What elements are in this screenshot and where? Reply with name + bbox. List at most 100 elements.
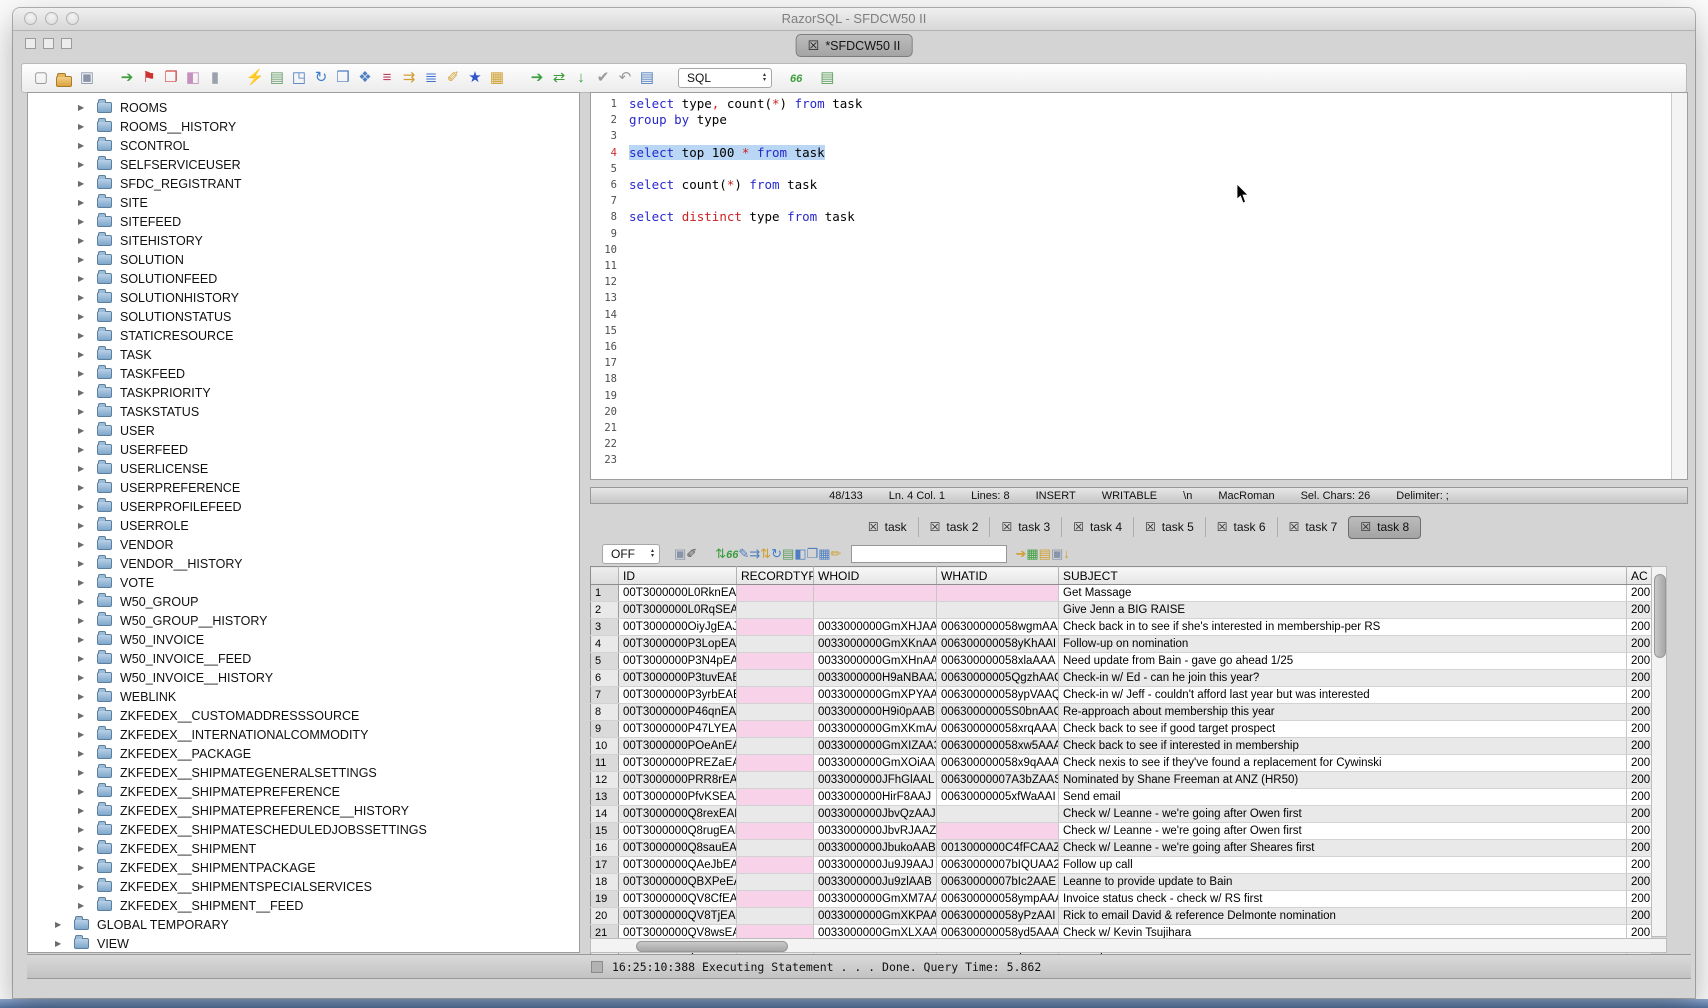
tree-item-vote[interactable]: ▶VOTE [28, 573, 579, 592]
frame-maximize-icon[interactable] [61, 38, 72, 49]
open-file-icon[interactable] [56, 76, 72, 87]
tree-item-solutionfeed[interactable]: ▶SOLUTIONFEED [28, 269, 579, 288]
cell-recordtypeid[interactable] [737, 704, 814, 721]
expand-triangle-icon[interactable]: ▶ [78, 445, 88, 454]
expand-triangle-icon[interactable]: ▶ [78, 806, 88, 815]
tree-item-vendor[interactable]: ▶VENDOR [28, 535, 579, 554]
tree-item-selfserviceuser[interactable]: ▶SELFSERVICEUSER [28, 155, 579, 174]
cell-id[interactable]: 00T3000000QV8TjEAL [619, 908, 737, 925]
cell-recordtypeid[interactable] [737, 840, 814, 857]
save-results-icon[interactable]: ▣ [674, 546, 686, 561]
row-number-cell[interactable]: 17 [591, 857, 619, 874]
describe-grid-icon[interactable]: ▤ [782, 546, 794, 561]
frame-minimize-icon[interactable] [43, 38, 54, 49]
editor-vertical-scrollbar[interactable] [1671, 93, 1687, 479]
code-line[interactable] [629, 258, 1671, 274]
cell-ac[interactable]: 200 [1627, 789, 1652, 806]
tree-item-zkfedex__shipmatepreference[interactable]: ▶ZKFEDEX__SHIPMATEPREFERENCE [28, 782, 579, 801]
code-line[interactable]: group by type [629, 112, 1671, 128]
row-number-cell[interactable]: 4 [591, 636, 619, 653]
cell-id[interactable]: 00T3000000Q8rexEAB [619, 806, 737, 823]
cell-id[interactable]: 00T3000000QAeJbEAL [619, 857, 737, 874]
results-search-input[interactable] [851, 545, 1007, 563]
tree-item-scontrol[interactable]: ▶SCONTROL [28, 136, 579, 155]
cell-subject[interactable]: Follow-up on nomination [1059, 636, 1627, 653]
row-number-cell[interactable]: 15 [591, 823, 619, 840]
row-number-cell[interactable]: 11 [591, 755, 619, 772]
code-line[interactable]: select top 100 * from task [629, 145, 1671, 161]
expand-triangle-icon[interactable]: ▶ [78, 578, 88, 587]
expand-triangle-icon[interactable]: ▶ [78, 654, 88, 663]
tree-item-solutionstatus[interactable]: ▶SOLUTIONSTATUS [28, 307, 579, 326]
expand-triangle-icon[interactable]: ▶ [78, 844, 88, 853]
expand-triangle-icon[interactable]: ▶ [78, 369, 88, 378]
cell-id[interactable]: 00T3000000P3yrbEAB [619, 687, 737, 704]
cell-subject[interactable]: Check back in to see if she's interested… [1059, 619, 1627, 636]
cell-whatid[interactable]: 0013000000C4fFCAAZ [937, 840, 1059, 857]
cell-recordtypeid[interactable] [737, 602, 814, 619]
result-tab-task-5[interactable]: ☒task 5 [1133, 517, 1205, 537]
cell-ac[interactable]: 200 [1627, 857, 1652, 874]
cell-recordtypeid[interactable] [737, 772, 814, 789]
row-number-cell[interactable]: 14 [591, 806, 619, 823]
combo-stepper-icon[interactable]: ▴▾ [643, 549, 654, 559]
expand-triangle-icon[interactable]: ▶ [78, 882, 88, 891]
cell-whatid[interactable]: 00630000005xfWaAAI [937, 789, 1059, 806]
cell-subject[interactable]: Need update from Bain - gave go ahead 1/… [1059, 653, 1627, 670]
export-page-icon[interactable]: ◳ [288, 67, 310, 89]
go-arrow-icon[interactable]: ➔ [526, 67, 548, 89]
tree-item-userprofilefeed[interactable]: ▶USERPROFILEFEED [28, 497, 579, 516]
cell-whoid[interactable] [814, 602, 937, 619]
expand-triangle-icon[interactable]: ▶ [78, 825, 88, 834]
cell-recordtypeid[interactable] [737, 874, 814, 891]
expand-triangle-icon[interactable]: ▶ [78, 141, 88, 150]
expand-triangle-icon[interactable]: ▶ [78, 597, 88, 606]
tab-close-icon[interactable]: ☒ [930, 520, 941, 534]
result-tab-task-2[interactable]: ☒task 2 [918, 517, 990, 537]
tree-item-zkfedex__shipment[interactable]: ▶ZKFEDEX__SHIPMENT [28, 839, 579, 858]
cell-whoid[interactable]: 0033000000GmXPYAA3 [814, 687, 937, 704]
edit-cell-icon[interactable]: ✐ [686, 546, 697, 561]
expand-triangle-icon[interactable]: ▶ [78, 673, 88, 682]
sql-mode-combo[interactable]: SQL ▴▾ [678, 68, 772, 88]
cell-recordtypeid[interactable] [737, 823, 814, 840]
cell-id[interactable]: 00T3000000PfvKSEAZ [619, 789, 737, 806]
expand-triangle-icon[interactable]: ▶ [78, 540, 88, 549]
horizontal-scroll-thumb[interactable] [636, 941, 788, 952]
history-book-icon[interactable]: ❒ [332, 67, 354, 89]
code-line[interactable] [629, 323, 1671, 339]
code-line[interactable] [629, 420, 1671, 436]
tree-item-user[interactable]: ▶USER [28, 421, 579, 440]
favorites-star-icon[interactable]: ★ [464, 67, 486, 89]
cell-subject[interactable]: Check w/ Leanne - we're going after Owen… [1059, 823, 1627, 840]
expand-triangle-icon[interactable]: ▶ [78, 217, 88, 226]
expand-triangle-icon[interactable]: ▶ [78, 730, 88, 739]
tree-item-taskstatus[interactable]: ▶TASKSTATUS [28, 402, 579, 421]
tree-item-userrole[interactable]: ▶USERROLE [28, 516, 579, 535]
cell-recordtypeid[interactable] [737, 687, 814, 704]
cell-ac[interactable]: 200 [1627, 687, 1652, 704]
cell-id[interactable]: 00T3000000Q8sauEAB [619, 840, 737, 857]
cell-whatid[interactable]: 006300000058yPzAAI [937, 908, 1059, 925]
expand-triangle-icon[interactable]: ▶ [78, 407, 88, 416]
cell-recordtypeid[interactable] [737, 857, 814, 874]
expand-triangle-icon[interactable]: ▶ [55, 939, 65, 948]
expand-triangle-icon[interactable]: ▶ [78, 236, 88, 245]
tab-close-icon[interactable]: ☒ [1073, 520, 1084, 534]
cell-whatid[interactable]: 00630000007bIQUAA2 [937, 857, 1059, 874]
expand-triangle-icon[interactable]: ▶ [78, 388, 88, 397]
cell-ac[interactable]: 200 [1627, 823, 1652, 840]
cell-recordtypeid[interactable] [737, 670, 814, 687]
row-number-cell[interactable]: 10 [591, 738, 619, 755]
cell-recordtypeid[interactable] [737, 738, 814, 755]
ddl-report-icon[interactable]: ▤ [820, 69, 834, 86]
cell-id[interactable]: 00T3000000QBXPeEAP [619, 874, 737, 891]
cell-whatid[interactable] [937, 823, 1059, 840]
code-line[interactable]: select distinct type from task [629, 209, 1671, 225]
expand-triangle-icon[interactable]: ▶ [78, 616, 88, 625]
cell-whatid[interactable]: 00630000005S0bnAAC [937, 704, 1059, 721]
expand-triangle-icon[interactable]: ▶ [78, 103, 88, 112]
expand-triangle-icon[interactable]: ▶ [78, 122, 88, 131]
refresh-pages-icon[interactable]: ↻ [310, 67, 332, 89]
cell-ac[interactable]: 200 [1627, 874, 1652, 891]
